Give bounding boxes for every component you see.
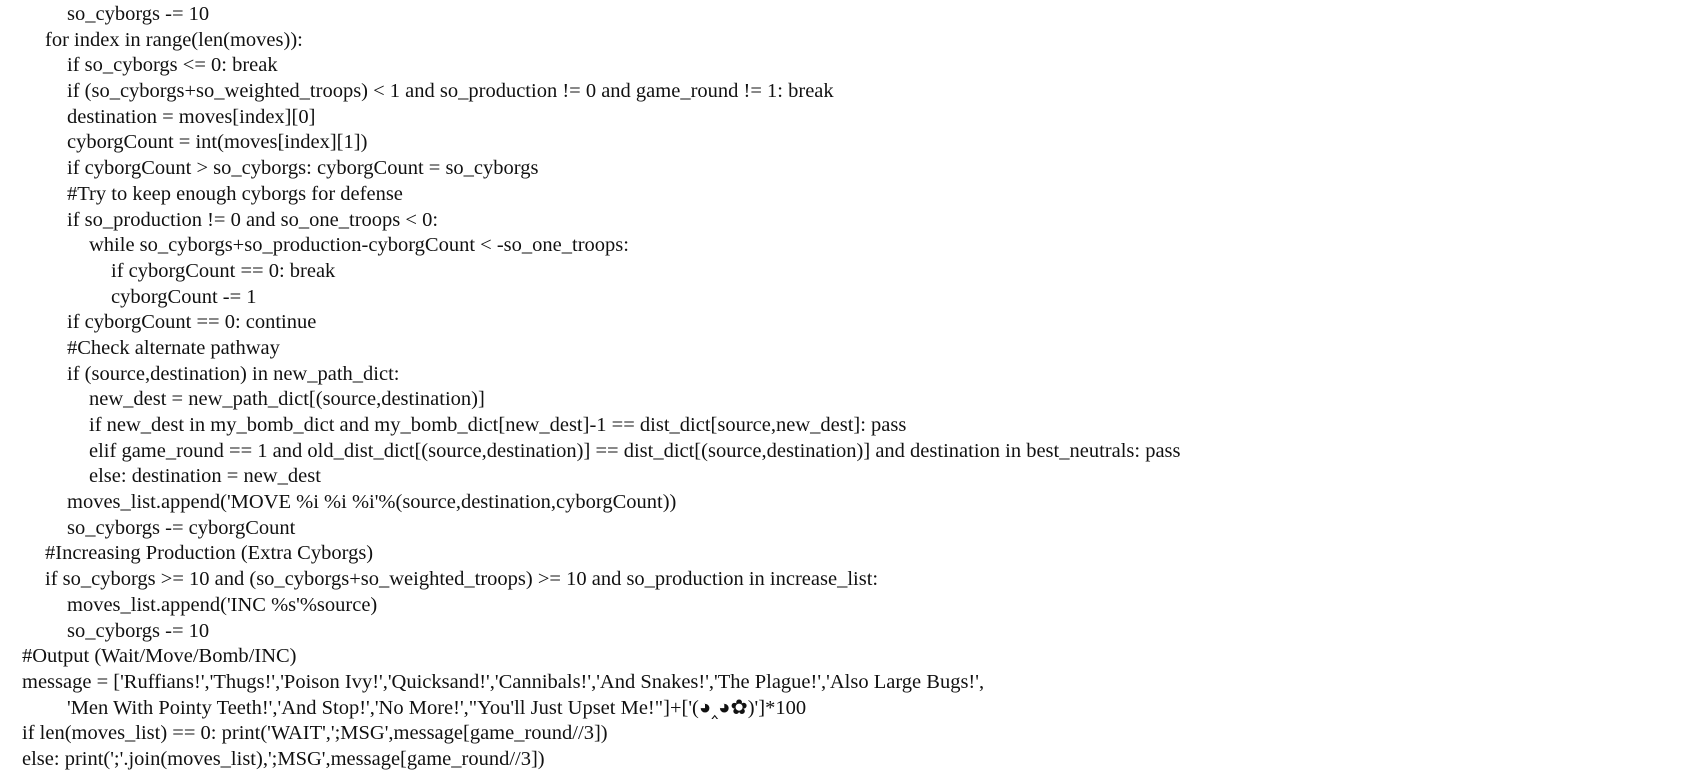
code-line: if cyborgCount == 0: break [111,259,336,282]
code-line: if so_cyborgs <= 0: break [67,54,278,77]
code-line: elif game_round == 1 and old_dist_dict[(… [89,439,1181,462]
code-line: if so_cyborgs >= 10 and (so_cyborgs+so_w… [45,568,879,591]
code-line: cyborgCount -= 1 [111,285,257,308]
code-line: cyborgCount = int(moves[index][1]) [67,131,368,154]
code-listing: so_cyborgs -= 10 for index in range(len(… [0,0,1700,770]
code-line: so_cyborgs -= 10 [67,3,210,25]
code-comment: #Increasing Production (Extra Cyborgs) [45,542,374,565]
code-line: else: destination = new_dest [89,465,321,488]
code-line: while so_cyborgs+so_production-cyborgCou… [89,234,629,257]
code-line: destination = moves[index][0] [67,105,316,128]
code-line: message = ['Ruffians!','Thugs!','Poison … [22,670,985,693]
code-line: for index in range(len(moves)): [45,28,303,51]
code-line: if cyborgCount == 0: continue [67,311,317,334]
code-line: else: print(';'.join(moves_list),';MSG',… [22,747,545,770]
code-comment: #Check alternate pathway [67,336,280,359]
code-line: moves_list.append('INC %s'%source) [67,593,378,616]
code-line: so_cyborgs -= 10 [67,619,210,642]
code-line: if new_dest in my_bomb_dict and my_bomb_… [89,414,907,436]
code-line: moves_list.append('MOVE %i %i %i'%(sourc… [67,491,677,514]
code-comment: #Output (Wait/Move/Bomb/INC) [22,645,297,668]
code-line: if (so_cyborgs+so_weighted_troops) < 1 a… [67,80,834,103]
code-line: if len(moves_list) == 0: print('WAIT',';… [22,722,608,745]
code-line: if cyborgCount > so_cyborgs: cyborgCount… [67,157,539,180]
code-line: if (source,destination) in new_path_dict… [67,362,400,385]
code-comment: #Try to keep enough cyborgs for defense [67,182,403,205]
code-line: so_cyborgs -= cyborgCount [67,516,296,539]
code-line: if so_production != 0 and so_one_troops … [67,208,439,231]
code-line: 'Men With Pointy Teeth!','And Stop!','No… [67,696,807,719]
code-line: new_dest = new_path_dict[(source,destina… [89,388,485,411]
